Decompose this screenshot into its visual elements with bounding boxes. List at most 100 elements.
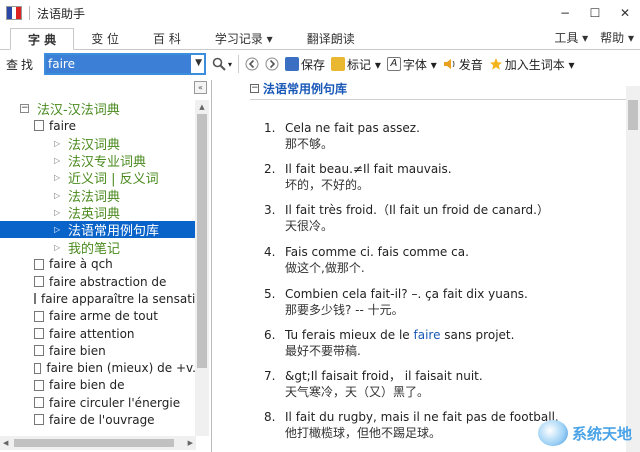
tree-headword[interactable]: faire: [0, 117, 196, 134]
maximize-button[interactable]: ☐: [580, 0, 610, 26]
expand-arrow-icon[interactable]: ▷: [54, 173, 68, 182]
add-vocab-button[interactable]: 加入生词本 ▾: [489, 56, 575, 73]
list-item[interactable]: faire apparaître la sensation: [0, 290, 196, 307]
list-item[interactable]: faire attention: [0, 325, 196, 342]
speak-button[interactable]: 发音: [443, 56, 483, 73]
list-item[interactable]: faire bien (mieux) de +v.: [0, 359, 196, 376]
search-options-icon: ▾: [228, 59, 233, 69]
tab-encyclopedia[interactable]: 百 科: [136, 27, 198, 49]
tab-dictionary[interactable]: 字 典: [10, 28, 75, 50]
app-logo-icon: [6, 6, 22, 20]
title-separator: [29, 6, 30, 20]
word-label: faire apparaître la sensation: [41, 291, 196, 306]
back-arrow-icon: [245, 57, 259, 71]
tab-conjugation[interactable]: 变 位: [74, 27, 136, 49]
headword-label: faire: [49, 118, 76, 133]
example-french: Cela ne fait pas assez.: [285, 121, 420, 135]
example-item: 6. Tu ferais mieux de le faire sans proje…: [264, 327, 514, 359]
title-bar: 法语助手 − ☐ ✕: [0, 0, 640, 26]
document-icon: [34, 414, 44, 426]
expand-arrow-icon[interactable]: ▷: [54, 208, 68, 217]
help-menu[interactable]: 帮助 ▾: [600, 29, 634, 46]
search-input[interactable]: [46, 55, 191, 73]
example-number: 7.: [264, 369, 276, 383]
tab-study-records[interactable]: 学习记录 ▾: [198, 27, 290, 49]
window-controls: − ☐ ✕: [550, 0, 640, 26]
expand-arrow-icon[interactable]: ▷: [54, 191, 68, 200]
section-header: − 法语常用例句库: [250, 78, 626, 100]
tree-section-synonyms[interactable]: ▷ 近义词 | 反义词: [0, 169, 196, 187]
tree-section-fr-en[interactable]: ▷ 法英词典: [0, 204, 196, 222]
word-label: faire bien (mieux) de +v.: [46, 361, 196, 376]
word-label: faire circuler l'énergie: [49, 395, 181, 410]
collapse-icon[interactable]: −: [20, 104, 29, 114]
document-icon: [34, 379, 44, 391]
scroll-thumb[interactable]: [14, 439, 174, 447]
document-icon: [34, 276, 44, 288]
example-number: 2.: [264, 162, 276, 176]
tree-section-examples[interactable]: ▷ 法语常用例句库: [0, 221, 196, 239]
save-button[interactable]: 保存: [285, 56, 325, 73]
tree-horizontal-scrollbar[interactable]: ◀ ▶: [0, 436, 196, 450]
document-icon: [34, 345, 44, 357]
list-item[interactable]: faire circuler l'énergie: [0, 394, 196, 411]
tree-section-fr-zh[interactable]: ▷ 法汉词典: [0, 135, 196, 153]
tree-vertical-scrollbar[interactable]: ▲: [195, 100, 209, 436]
speak-label: 发音: [458, 57, 483, 72]
tools-menu[interactable]: 工具 ▾: [554, 29, 588, 46]
example-french: Il fait beau.≠Il fait mauvais.: [285, 162, 452, 176]
tab-translate-read[interactable]: 翻译朗读: [290, 27, 372, 49]
watermark: 系统天地: [537, 420, 632, 446]
star-icon: [489, 58, 502, 70]
forward-button[interactable]: [265, 57, 279, 71]
pencil-icon: [331, 57, 346, 71]
scroll-left-icon[interactable]: ◀: [3, 436, 8, 450]
content-vertical-scrollbar[interactable]: [626, 86, 640, 452]
section-label: 我的笔记: [68, 241, 121, 257]
add-vocab-label: 加入生词本 ▾: [504, 57, 575, 72]
left-panel: « − 法汉-汉法词典 faire ▷ 法汉词典 ▷ 法汉专业词典 ▷ 近义词 | 反义…: [0, 80, 212, 452]
example-number: 3.: [264, 203, 276, 217]
expand-arrow-icon[interactable]: ▷: [54, 139, 68, 148]
example-number: 1.: [264, 121, 276, 135]
menu-right: 工具 ▾ 帮助 ▾: [554, 29, 634, 46]
tree-section-notes[interactable]: ▷ 我的笔记: [0, 238, 196, 257]
expand-arrow-icon[interactable]: ▷: [54, 243, 68, 252]
watermark-text: 系统天地: [571, 424, 632, 443]
main-tab-bar: 字 典 变 位 百 科 学习记录 ▾ 翻译朗读 工具 ▾ 帮助 ▾: [0, 26, 640, 50]
word-label: faire attention: [49, 326, 135, 341]
scroll-thumb[interactable]: [197, 114, 207, 368]
list-item[interactable]: faire arme de tout: [0, 308, 196, 325]
save-label: 保存: [301, 57, 326, 72]
search-dropdown-icon[interactable]: ▼: [195, 58, 202, 68]
tree-section-fr-fr[interactable]: ▷ 法法词典: [0, 186, 196, 205]
font-button[interactable]: A 字体 ▾: [386, 56, 437, 73]
collapse-panel-icon[interactable]: «: [194, 81, 207, 94]
scroll-up-icon[interactable]: ▲: [195, 100, 209, 114]
bookmark-button[interactable]: 标记 ▾: [331, 56, 381, 73]
close-button[interactable]: ✕: [610, 0, 640, 26]
tree-root[interactable]: − 法汉-汉法词典: [0, 100, 196, 118]
example-number: 6.: [264, 328, 276, 342]
list-item[interactable]: faire bien de: [0, 377, 196, 394]
example-chinese: 那不够。: [285, 137, 334, 151]
example-french: Il fait très froid.（Il fait un froid de …: [285, 203, 549, 217]
back-button[interactable]: [245, 57, 259, 71]
tree-section-fr-zh-pro[interactable]: ▷ 法汉专业词典: [0, 152, 196, 170]
globe-logo-icon: [537, 420, 568, 446]
word-label: faire à qch: [49, 257, 113, 272]
list-item[interactable]: faire bien: [0, 342, 196, 359]
list-item[interactable]: faire de l'ouvrage: [0, 411, 196, 428]
expand-arrow-icon[interactable]: ▷: [54, 225, 68, 234]
list-item[interactable]: faire à qch: [0, 256, 196, 273]
minimize-button[interactable]: −: [550, 0, 580, 26]
collapse-icon[interactable]: −: [250, 84, 259, 93]
expand-arrow-icon[interactable]: ▷: [54, 156, 68, 165]
example-french: Combien cela fait-il? –. ça fait dix yua…: [285, 287, 528, 301]
search-button[interactable]: ▾: [212, 57, 232, 71]
example-item: 5. Combien cela fait-il? –. ça fait dix y…: [264, 286, 528, 318]
list-item[interactable]: faire abstraction de: [0, 273, 196, 290]
scroll-right-icon[interactable]: ▶: [188, 436, 193, 450]
scroll-thumb[interactable]: [628, 100, 638, 130]
highlighted-keyword[interactable]: faire: [414, 328, 441, 342]
